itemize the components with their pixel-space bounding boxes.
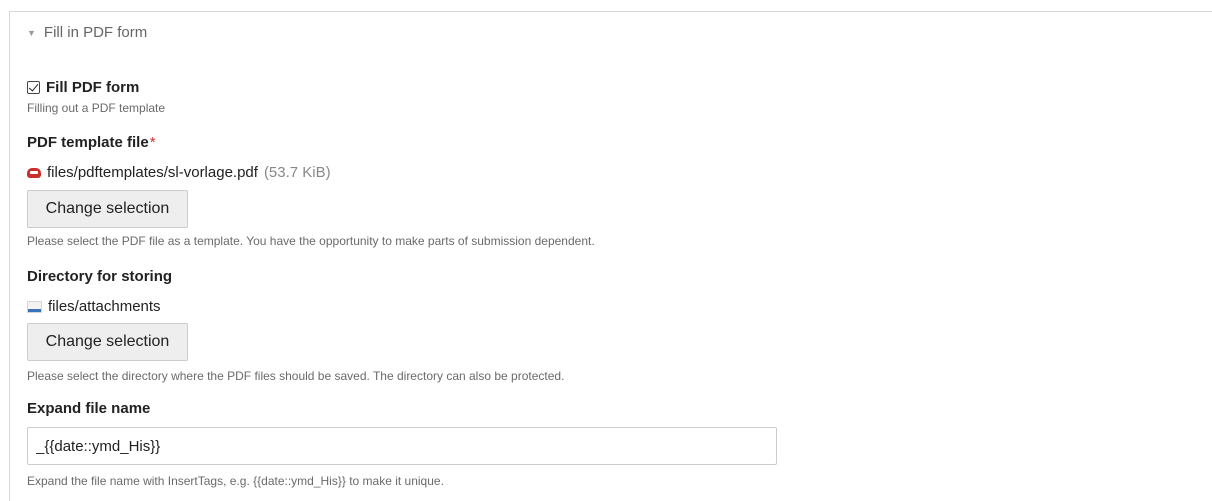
pdf-template-help: Please select the PDF file as a template… [27,234,595,248]
pdf-template-label: PDF template file* [27,134,156,151]
pdf-template-label-text: PDF template file [27,134,149,151]
storage-dir-help: Please select the directory where the PD… [27,369,565,383]
folder-icon [27,300,42,313]
fill-pdf-checkbox-row[interactable]: Fill PDF form [27,79,139,96]
storage-dir-path: files/attachments [48,298,161,315]
pdf-template-size: (53.7 KiB) [263,164,331,181]
checkbox-checked-icon[interactable] [27,81,40,94]
storage-dir-label: Directory for storing [27,268,173,285]
storage-dir-change-button[interactable]: Change selection [27,323,188,361]
file-name-help: Expand the file name with InsertTags, e.… [27,474,444,488]
pdf-template-selected-file: files/pdftemplates/sl-vorlage.pdf (53.7 … [27,164,331,181]
fill-pdf-label: Fill PDF form [46,79,140,96]
pdf-template-path: files/pdftemplates/sl-vorlage.pdf [47,164,258,181]
triangle-down-icon: ▼ [27,27,36,38]
required-marker: * [149,134,156,151]
section-legend-label: Fill in PDF form [43,24,148,41]
storage-dir-selected: files/attachments [27,298,161,315]
file-name-input[interactable] [27,427,777,465]
pdf-template-change-button[interactable]: Change selection [27,190,188,228]
fill-pdf-help: Filling out a PDF template [27,101,166,115]
pdf-file-icon [27,167,41,178]
file-name-label: Expand file name [27,400,151,417]
section-legend[interactable]: ▼ Fill in PDF form [27,24,147,41]
